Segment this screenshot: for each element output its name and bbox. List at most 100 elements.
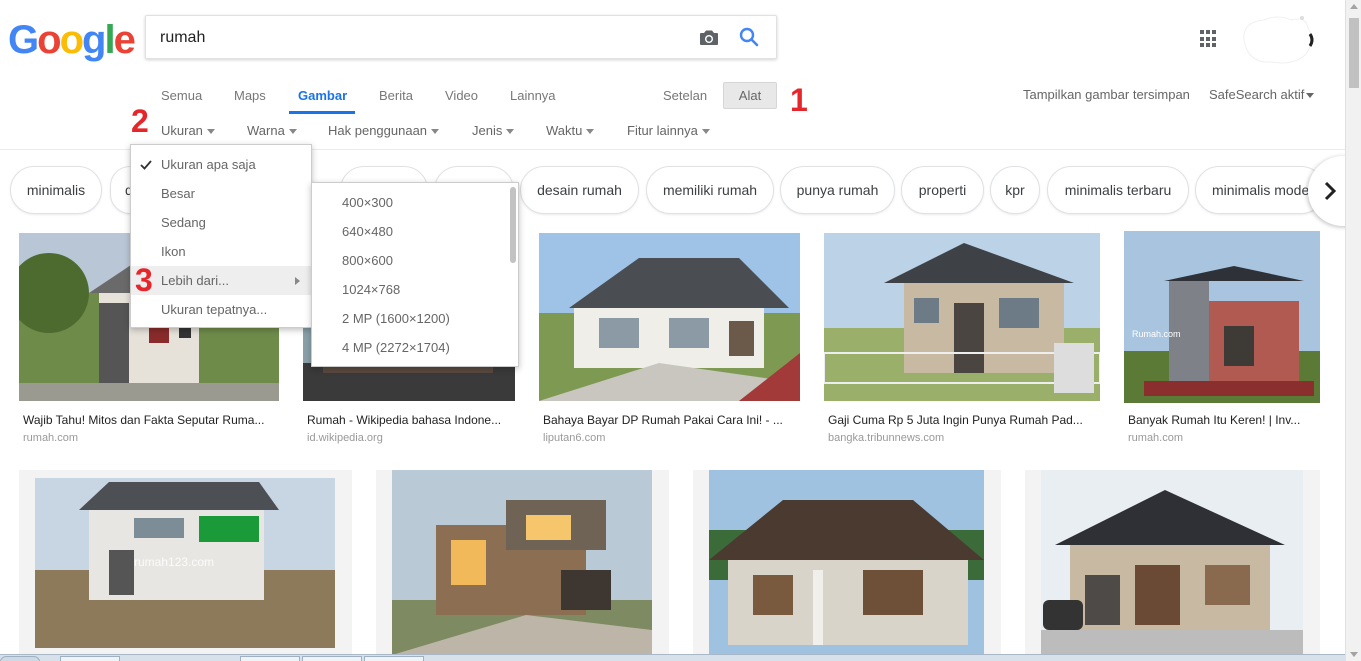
tool-type-dropdown[interactable]: Jenis	[472, 123, 515, 138]
tool-more-features-dropdown[interactable]: Fitur lainnya	[627, 123, 710, 138]
tab-maps[interactable]: Maps	[234, 88, 266, 103]
search-icon[interactable]	[737, 25, 761, 49]
avatar[interactable]	[1236, 10, 1316, 70]
active-tab-indicator	[289, 111, 355, 114]
result-title[interactable]: Banyak Rumah Itu Keren! | Inv...	[1128, 413, 1320, 427]
chevron-down-icon	[586, 129, 595, 135]
chip[interactable]: punya rumah	[780, 166, 895, 214]
result-source: bangka.tribunnews.com	[828, 432, 945, 444]
submenu-scrollbar[interactable]	[510, 187, 516, 263]
google-images-page: Google Semua Maps Gambar Berita Video	[0, 0, 1361, 661]
safesearch-dropdown[interactable]: SafeSearch aktif	[1209, 87, 1315, 102]
watermark-text: rumah123.com	[134, 555, 214, 569]
apps-grid-icon[interactable]	[1200, 30, 1218, 48]
taskbar-item[interactable]	[60, 656, 120, 661]
chip[interactable]: properti	[901, 166, 984, 214]
size-option-large[interactable]: Besar	[131, 179, 311, 208]
result-title[interactable]: Wajib Tahu! Mitos dan Fakta Seputar Ruma…	[23, 413, 281, 427]
checkmark-icon	[140, 160, 152, 170]
search-input[interactable]	[160, 27, 680, 49]
size-option-icon[interactable]: Ikon	[131, 237, 311, 266]
chip[interactable]: minimalis terbaru	[1047, 166, 1189, 214]
result-image[interactable]: Rumah.com	[1124, 231, 1320, 403]
larger-than-option[interactable]: 1024×768	[312, 275, 508, 304]
result-image[interactable]	[693, 470, 1001, 655]
chevron-down-icon	[431, 129, 440, 135]
larger-than-option[interactable]: 4 MP (2272×1704)	[312, 333, 508, 362]
chevron-down-icon	[1306, 93, 1315, 99]
tab-semua[interactable]: Semua	[161, 88, 202, 103]
tab-berita[interactable]: Berita	[379, 88, 413, 103]
google-logo[interactable]: Google	[8, 18, 136, 63]
tool-label: Hak penggunaan	[328, 123, 428, 138]
tab-video[interactable]: Video	[445, 88, 478, 103]
saved-images-link[interactable]: Tampilkan gambar tersimpan	[1023, 87, 1190, 102]
chip[interactable]: kpr	[990, 166, 1040, 214]
tools-button[interactable]: Alat	[723, 82, 777, 109]
logo-letter: o	[37, 18, 61, 62]
tab-gambar[interactable]: Gambar	[298, 88, 347, 103]
tools-bar: Ukuran Warna Hak penggunaan Jenis Waktu …	[0, 123, 1345, 143]
scrollbar-thumb[interactable]	[1349, 18, 1359, 88]
size-option-larger-than[interactable]: Lebih dari...	[131, 266, 311, 295]
logo-letter: g	[82, 18, 106, 62]
taskbar	[0, 654, 1345, 661]
chevron-down-icon	[701, 129, 710, 135]
start-button[interactable]	[0, 656, 40, 661]
tool-label: Ukuran	[161, 123, 203, 138]
result-source: id.wikipedia.org	[307, 432, 383, 444]
result-title[interactable]: Bahaya Bayar DP Rumah Pakai Cara Ini! - …	[543, 413, 800, 427]
logo-letter: e	[113, 18, 136, 62]
result-title[interactable]: Gaji Cuma Rp 5 Juta Ingin Punya Rumah Pa…	[828, 413, 1100, 427]
chip[interactable]: memiliki rumah	[646, 166, 774, 214]
size-option-exact[interactable]: Ukuran tepatnya...	[131, 295, 311, 324]
scroll-up-arrow-icon[interactable]	[1350, 4, 1358, 9]
tool-label: Jenis	[472, 123, 503, 138]
chevron-down-icon	[206, 129, 215, 135]
annotation-number: 2	[131, 103, 149, 139]
tool-color-dropdown[interactable]: Warna	[247, 123, 297, 138]
watermark-text: Rumah.com	[1132, 329, 1181, 339]
logo-letter: o	[59, 18, 84, 62]
size-dropdown-menu: Ukuran apa saja Besar Sedang Ikon Lebih …	[130, 144, 312, 328]
larger-than-option[interactable]: 2 MP (1600×1200)	[312, 304, 508, 333]
chip[interactable]: desain rumah	[520, 166, 639, 214]
camera-icon[interactable]	[697, 26, 721, 50]
result-source: rumah.com	[1128, 432, 1184, 444]
size-option-label: Ukuran apa saja	[161, 157, 256, 172]
tool-time-dropdown[interactable]: Waktu	[546, 123, 595, 138]
taskbar-item[interactable]	[240, 656, 300, 661]
chip[interactable]: minimalis mode	[1195, 166, 1325, 214]
larger-than-option[interactable]: 400×300	[312, 188, 508, 217]
annotation-number: 3	[135, 262, 153, 298]
tool-usage-rights-dropdown[interactable]: Hak penggunaan	[328, 123, 440, 138]
result-image[interactable]	[824, 233, 1100, 401]
page-scrollbar[interactable]	[1345, 0, 1361, 661]
result-title[interactable]: Rumah - Wikipedia bahasa Indone...	[307, 413, 515, 427]
result-image[interactable]: rumah123.com	[19, 470, 352, 655]
tool-size-dropdown[interactable]: Ukuran	[161, 123, 215, 138]
larger-than-option[interactable]: 640×480	[312, 217, 508, 246]
logo-letter: G	[8, 18, 39, 62]
chevron-down-icon	[288, 129, 297, 135]
chip[interactable]: minimalis	[10, 166, 102, 214]
taskbar-item[interactable]	[302, 656, 362, 661]
result-image[interactable]	[539, 233, 800, 401]
caret-right-icon	[295, 277, 300, 285]
tool-label: Fitur lainnya	[627, 123, 698, 138]
tab-lainnya[interactable]: Lainnya	[510, 88, 556, 103]
size-option-medium[interactable]: Sedang	[131, 208, 311, 237]
size-option-any[interactable]: Ukuran apa saja	[131, 150, 311, 179]
result-image[interactable]	[1025, 470, 1320, 655]
scroll-down-arrow-icon[interactable]	[1350, 652, 1358, 657]
larger-than-submenu: 400×300 640×480 800×600 1024×768 2 MP (1…	[311, 182, 519, 367]
result-image[interactable]	[376, 470, 669, 655]
result-source: rumah.com	[23, 432, 79, 444]
size-option-label: Lebih dari...	[161, 273, 229, 288]
larger-than-option[interactable]: 800×600	[312, 246, 508, 275]
settings-link[interactable]: Setelan	[663, 88, 707, 103]
logo-letter: l	[104, 18, 115, 62]
search-box[interactable]	[145, 15, 777, 59]
taskbar-item[interactable]	[364, 656, 424, 661]
chevron-down-icon	[506, 129, 515, 135]
